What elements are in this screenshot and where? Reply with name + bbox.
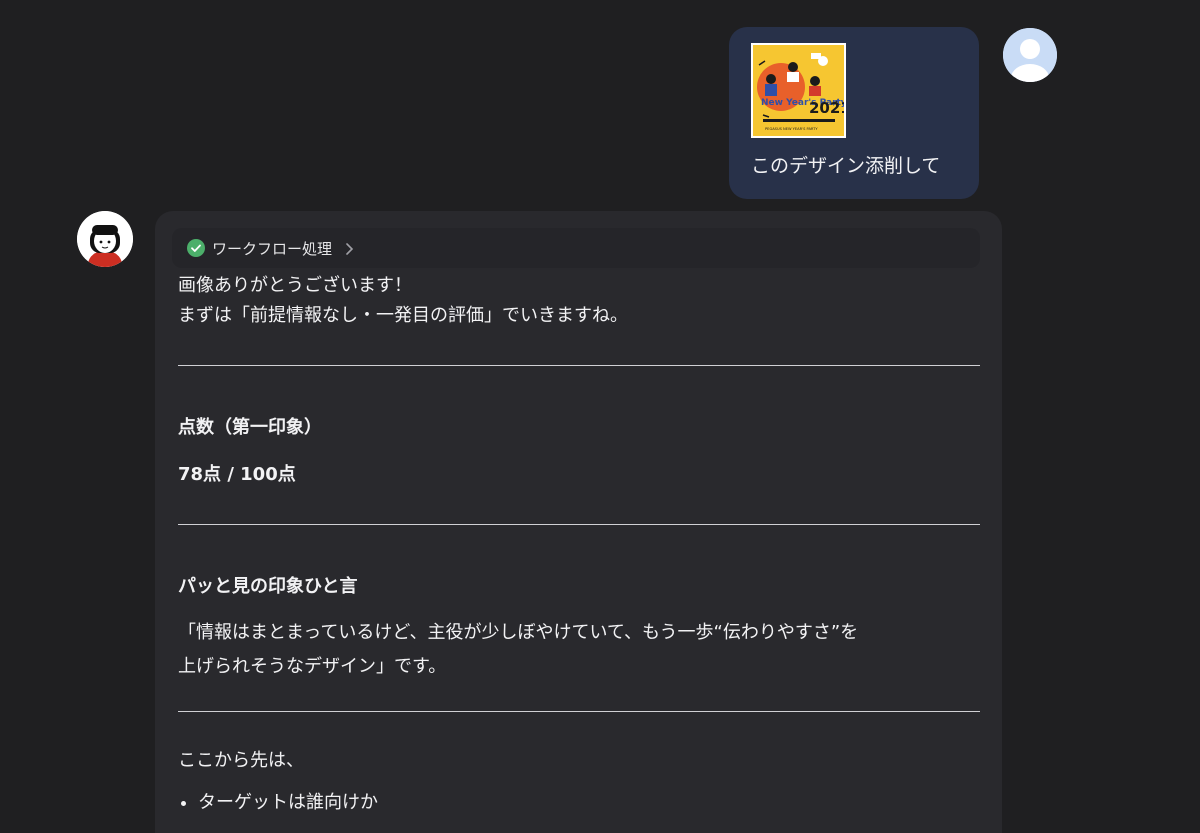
bullet-list: ターゲットは誰向けか	[178, 788, 980, 818]
chat-view: New Year's Party 2021 PEGASUS NEW YEAR'S…	[0, 0, 1200, 833]
user-message-bubble: New Year's Party 2021 PEGASUS NEW YEAR'S…	[729, 27, 979, 199]
poster-thumbnail-image: New Year's Party 2021 PEGASUS NEW YEAR'S…	[753, 45, 844, 136]
svg-text:2021: 2021	[809, 99, 844, 117]
intro-line-2: まずは「前提情報なし・一発目の評価」でいきますね。	[178, 305, 628, 326]
workflow-chip-label: ワークフロー処理	[212, 239, 333, 258]
score-heading: 点数（第一印象）	[178, 417, 322, 438]
impression-heading: パッと見の印象ひと言	[178, 576, 358, 597]
assistant-message-card: ワークフロー処理 画像ありがとうございます！ まずは「前提情報なし・一発目の評価…	[155, 211, 1002, 833]
list-item: ターゲットは誰向けか	[198, 788, 980, 818]
image-attachment[interactable]: New Year's Party 2021 PEGASUS NEW YEAR'S…	[751, 43, 846, 138]
user-avatar	[1003, 28, 1057, 82]
svg-text:PEGASUS NEW YEAR'S PARTY: PEGASUS NEW YEAR'S PARTY	[765, 127, 818, 131]
check-circle-icon	[187, 239, 205, 257]
assistant-avatar	[77, 211, 133, 267]
impression-line-2: 上げられそうなデザイン」です。	[178, 656, 447, 677]
assistant-message-content: 画像ありがとうございます！ まずは「前提情報なし・一発目の評価」でいきますね。 …	[178, 271, 980, 818]
chevron-right-icon	[344, 241, 356, 255]
next-steps-text: ここから先は、	[178, 750, 304, 771]
score-value: 78点 / 100点	[178, 464, 296, 485]
intro-line-1: 画像ありがとうございます！	[178, 275, 412, 296]
impression-line-1: 「情報はまとまっているけど、主役が少しぼやけていて、もう一歩“伝わりやすさ”を	[178, 622, 859, 643]
workflow-status-chip[interactable]: ワークフロー処理	[172, 228, 980, 268]
user-message-text: このデザイン添削して	[751, 155, 941, 177]
